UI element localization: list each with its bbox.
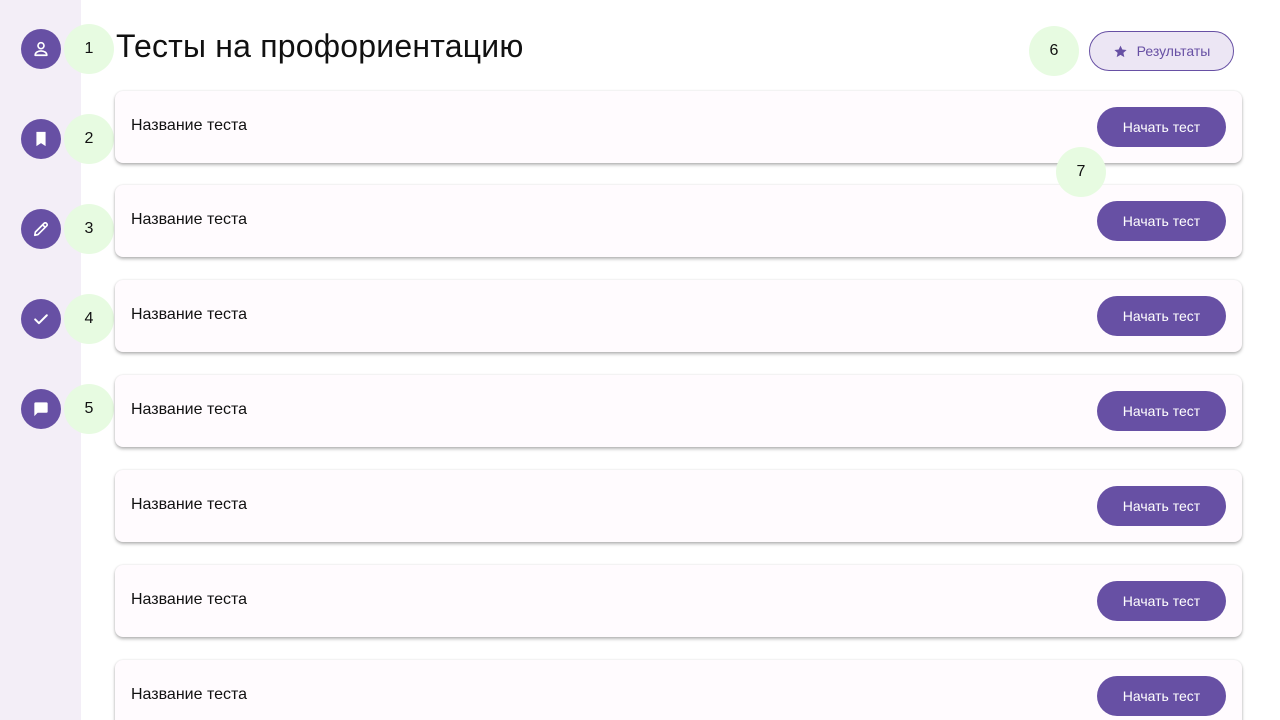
step-marker: 7 [1056,147,1106,197]
step-marker: 3 [64,204,114,254]
start-test-button[interactable]: Начать тест [1097,581,1226,621]
start-test-button[interactable]: Начать тест [1097,201,1226,241]
step-marker: 2 [64,114,114,164]
page-title: Тесты на профориентацию [116,28,524,64]
step-marker: 5 [64,384,114,434]
sidebar-item-profile[interactable] [21,29,61,69]
test-card: Название теста Начать тест [115,565,1242,637]
start-test-button[interactable]: Начать тест [1097,107,1226,147]
sidebar-item-edit[interactable] [21,209,61,249]
step-marker: 6 [1029,26,1079,76]
test-card: Название теста Начать тест [115,375,1242,447]
test-name: Название теста [131,591,248,608]
sidebar-item-saved[interactable] [21,119,61,159]
start-test-button[interactable]: Начать тест [1097,296,1226,336]
star-icon [1114,45,1127,57]
check-icon [34,314,48,325]
pencil-icon [33,221,49,237]
test-card: Название теста Начать тест [115,660,1242,720]
test-card: Название теста Начать тест [115,280,1242,352]
sidebar-item-chat[interactable] [21,389,61,429]
sidebar [0,0,81,720]
step-marker: 4 [64,294,114,344]
step-marker: 1 [64,24,114,74]
app-window: 1 2 3 4 5 Тесты на профориентацию 6 Резу… [0,0,1280,720]
person-icon [34,41,48,57]
test-name: Название теста [131,401,248,418]
test-name: Название теста [131,117,248,134]
start-test-button[interactable]: Начать тест [1097,391,1226,431]
start-test-button[interactable]: Начать тест [1097,676,1226,716]
test-name: Название теста [131,306,248,323]
chat-icon [34,402,48,417]
test-card: Название теста Начать тест [115,470,1242,542]
results-button-label: Результаты [1136,43,1211,59]
start-test-button[interactable]: Начать тест [1097,486,1226,526]
test-name: Название теста [131,496,248,513]
sidebar-item-done[interactable] [21,299,61,339]
test-name: Название теста [131,686,248,703]
test-name: Название теста [131,211,248,228]
results-button[interactable]: Результаты [1089,31,1234,71]
bookmark-icon [36,131,46,147]
